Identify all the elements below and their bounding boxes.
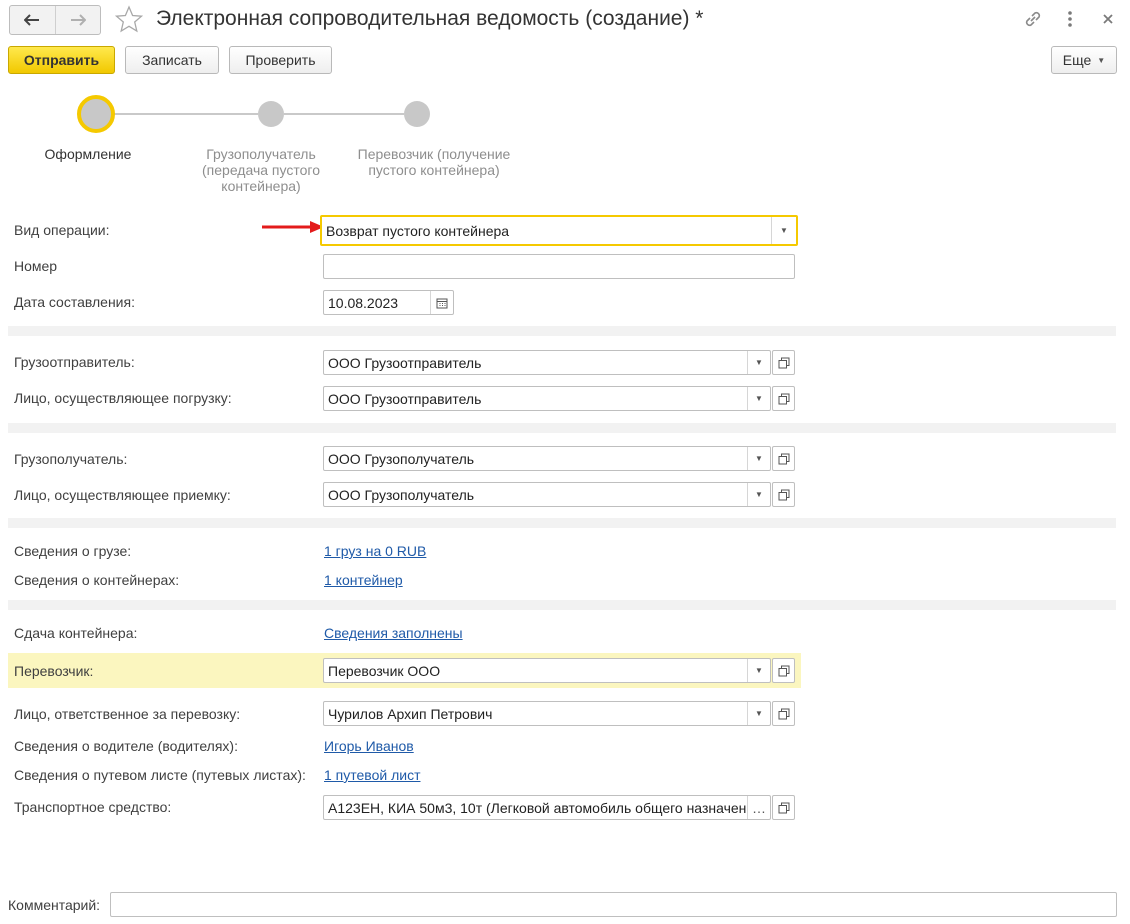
- open-form-icon: [778, 357, 789, 368]
- more-actions-icon[interactable]: [1066, 9, 1074, 33]
- cargo-info-label: Сведения о грузе:: [14, 543, 132, 559]
- vehicle-field[interactable]: А123ЕН, КИА 50м3, 10т (Легковой автомоби…: [323, 795, 771, 820]
- calendar-icon[interactable]: [430, 291, 453, 314]
- open-carrier-button[interactable]: [772, 658, 795, 683]
- more-button[interactable]: Еще ▼: [1051, 46, 1117, 74]
- forward-button[interactable]: [54, 6, 101, 34]
- carrier-label: Перевозчик:: [14, 663, 94, 679]
- dropdown-arrow-icon[interactable]: ▼: [771, 217, 796, 244]
- shipper-label: Грузоотправитель:: [14, 354, 135, 370]
- waybills-link[interactable]: 1 путевой лист: [324, 767, 420, 783]
- close-icon[interactable]: [1101, 10, 1115, 30]
- container-info-label: Сведения о контейнерах:: [14, 572, 180, 588]
- comment-field[interactable]: [110, 892, 1117, 917]
- step-label: Перевозчик (получение пустого контейнера…: [357, 146, 511, 178]
- carrier-responsible-select[interactable]: Чурилов Архип Петрович ▼: [323, 701, 771, 726]
- open-loader-button[interactable]: [772, 386, 795, 411]
- cargo-info-link[interactable]: 1 груз на 0 RUB: [324, 543, 426, 559]
- open-form-icon: [778, 393, 789, 404]
- section-divider: [8, 518, 1116, 528]
- link-icon[interactable]: [1022, 8, 1044, 34]
- open-receiver-button[interactable]: [772, 482, 795, 507]
- check-button[interactable]: Проверить: [229, 46, 332, 74]
- consignee-label: Грузополучатель:: [14, 451, 128, 467]
- open-vehicle-button[interactable]: [772, 795, 795, 820]
- operation-type-value: Возврат пустого контейнера: [326, 222, 510, 239]
- send-button[interactable]: Отправить: [8, 46, 115, 74]
- open-form-icon: [778, 453, 789, 464]
- step-connector: [284, 113, 404, 115]
- step-indicator[interactable]: [404, 101, 430, 127]
- date-label: Дата составления:: [14, 294, 135, 310]
- dropdown-arrow-icon[interactable]: ▼: [747, 351, 770, 374]
- loader-select[interactable]: ООО Грузоотправитель ▼: [323, 386, 771, 411]
- step-label: Грузополучатель (передача пустого контей…: [202, 146, 320, 194]
- section-divider: [8, 326, 1116, 336]
- arrow-right-icon: [70, 14, 86, 26]
- open-form-icon: [778, 802, 789, 813]
- loader-label: Лицо, осуществляющее погрузку:: [14, 390, 232, 406]
- number-field[interactable]: [323, 254, 795, 279]
- select-ellipsis-button[interactable]: …: [747, 796, 770, 819]
- annotation-arrow-icon: [262, 221, 324, 233]
- arrow-left-icon: [24, 14, 40, 26]
- step-label: Оформление: [44, 146, 132, 162]
- shipper-value: ООО Грузоотправитель: [328, 354, 482, 371]
- date-field[interactable]: 10.08.2023: [323, 290, 454, 315]
- shipper-select[interactable]: ООО Грузоотправитель ▼: [323, 350, 771, 375]
- consignee-select[interactable]: ООО Грузополучатель ▼: [323, 446, 771, 471]
- operation-type-select[interactable]: Возврат пустого контейнера ▼: [320, 215, 798, 246]
- caret-down-icon: ▼: [1097, 55, 1106, 65]
- step-indicator[interactable]: [258, 101, 284, 127]
- container-handover-link[interactable]: Сведения заполнены: [324, 625, 463, 641]
- open-form-icon: [778, 708, 789, 719]
- drivers-label: Сведения о водителе (водителях):: [14, 738, 238, 754]
- receiver-select[interactable]: ООО Грузополучатель ▼: [323, 482, 771, 507]
- dropdown-arrow-icon[interactable]: ▼: [747, 659, 770, 682]
- page-title: Электронная сопроводительная ведомость (…: [156, 7, 704, 30]
- drivers-link[interactable]: Игорь Иванов: [324, 738, 414, 754]
- dropdown-arrow-icon[interactable]: ▼: [747, 387, 770, 410]
- carrier-responsible-value: Чурилов Архип Петрович: [328, 705, 493, 722]
- waybills-label: Сведения о путевом листе (путевых листах…: [14, 767, 306, 783]
- back-button[interactable]: [10, 6, 55, 34]
- dropdown-arrow-icon[interactable]: ▼: [747, 483, 770, 506]
- open-shipper-button[interactable]: [772, 350, 795, 375]
- carrier-responsible-label: Лицо, ответственное за перевозку:: [14, 706, 241, 722]
- date-value: 10.08.2023: [328, 294, 399, 311]
- receiver-value: ООО Грузополучатель: [328, 486, 475, 503]
- carrier-select[interactable]: Перевозчик ООО ▼: [323, 658, 771, 683]
- loader-value: ООО Грузоотправитель: [328, 390, 482, 407]
- vehicle-label: Транспортное средство:: [14, 799, 172, 815]
- more-button-label: Еще: [1062, 52, 1092, 68]
- receiver-label: Лицо, осуществляющее приемку:: [14, 487, 231, 503]
- section-divider: [8, 423, 1116, 433]
- dropdown-arrow-icon[interactable]: ▼: [747, 702, 770, 725]
- section-divider: [8, 600, 1116, 610]
- step-indicator-current[interactable]: [77, 95, 115, 133]
- open-consignee-button[interactable]: [772, 446, 795, 471]
- container-handover-label: Сдача контейнера:: [14, 625, 138, 641]
- carrier-value: Перевозчик ООО: [328, 662, 441, 679]
- consignee-value: ООО Грузополучатель: [328, 450, 475, 467]
- open-form-icon: [778, 665, 789, 676]
- number-label: Номер: [14, 258, 58, 274]
- step-connector: [98, 113, 258, 115]
- favorite-star-icon[interactable]: [114, 5, 144, 36]
- container-info-link[interactable]: 1 контейнер: [324, 572, 403, 588]
- vehicle-value: А123ЕН, КИА 50м3, 10т (Легковой автомоби…: [328, 799, 747, 816]
- operation-type-label: Вид операции:: [14, 222, 110, 238]
- open-form-icon: [778, 489, 789, 500]
- save-button[interactable]: Записать: [125, 46, 219, 74]
- history-nav: [9, 5, 101, 35]
- dropdown-arrow-icon[interactable]: ▼: [747, 447, 770, 470]
- comment-label: Комментарий:: [8, 897, 101, 913]
- open-carrier-responsible-button[interactable]: [772, 701, 795, 726]
